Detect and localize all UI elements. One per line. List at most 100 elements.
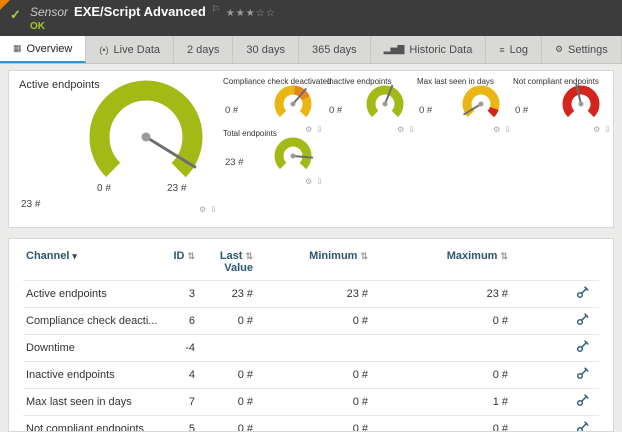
last-value-cell	[203, 335, 283, 362]
gauge-pin-icon[interactable]: ⇩	[210, 205, 217, 214]
gauge-arc	[273, 136, 313, 176]
tab-label: Historic Data	[409, 44, 472, 56]
column-header-channel[interactable]: Channel▾	[23, 241, 163, 281]
gauge-arc	[273, 84, 313, 124]
gauge-arc	[365, 84, 405, 124]
actions-cell	[563, 362, 599, 389]
gauge-pin-icon[interactable]: ⇩	[604, 125, 611, 134]
gauge-icons: ⚙⇩	[393, 119, 415, 137]
small-gauge-inactive-endpoints: Inactive endpoints0 #⚙⇩	[327, 77, 415, 131]
last-value-cell: 0 #	[203, 416, 283, 432]
gauge-settings-icon[interactable]: ⚙	[199, 205, 206, 214]
tab-label: Log	[510, 44, 528, 56]
channel-settings-icon[interactable]	[576, 286, 589, 302]
gauge-value: 0 #	[329, 105, 342, 116]
actions-cell	[563, 281, 599, 308]
tab-365-days[interactable]: 365 days	[299, 36, 371, 63]
maximum-cell: 0 #	[423, 416, 563, 432]
sort-icon: ⇅	[187, 251, 195, 261]
gauge	[365, 84, 405, 124]
tab-live-data[interactable]: (•) Live Data	[86, 36, 174, 63]
maximum-cell	[423, 335, 563, 362]
priority-stars[interactable]: ★★★☆☆	[226, 8, 276, 19]
title-row: Sensor EXE/Script Advanced ⚐ ★★★☆☆	[30, 4, 276, 19]
tab-historic-data[interactable]: ▂▅▇Historic Data	[371, 36, 487, 63]
table-header-row: Channel▾ID⇅Last⇅ValueMinimum⇅Maximum⇅	[23, 241, 599, 281]
last-value-cell: 0 #	[203, 389, 283, 416]
tab-label: 365 days	[312, 44, 357, 56]
id-cell: -4	[163, 335, 203, 362]
column-label: ID	[173, 250, 184, 262]
log-tab-icon: ≡	[499, 45, 504, 55]
column-header-min[interactable]: Minimum⇅	[283, 241, 423, 281]
column-header-max[interactable]: Maximum⇅	[423, 241, 563, 281]
column-label: Maximum	[447, 250, 498, 262]
actions-cell	[563, 335, 599, 362]
channel-settings-icon[interactable]	[576, 367, 589, 383]
table-row: Not compliant endpoints50 #0 #0 #	[23, 416, 599, 432]
tab-log[interactable]: ≡ Log	[486, 36, 542, 63]
minimum-cell: 0 #	[283, 389, 423, 416]
minimum-cell: 0 #	[283, 362, 423, 389]
channel-settings-icon[interactable]	[576, 394, 589, 410]
channel-cell: Not compliant endpoints	[23, 416, 163, 432]
tab-label: 30 days	[246, 44, 285, 56]
gauge-pin-icon[interactable]: ⇩	[316, 177, 323, 186]
tab-label: Overview	[27, 43, 73, 55]
gauge-value: 0 #	[419, 105, 432, 116]
gauge-settings-icon[interactable]: ⚙	[397, 125, 404, 134]
live-data-tab-icon: (•)	[99, 45, 108, 55]
gauge-arc	[561, 84, 601, 124]
column-header-actions	[563, 241, 599, 281]
gauge	[561, 84, 601, 124]
gauge-pin-icon[interactable]: ⇩	[408, 125, 415, 134]
column-label: Minimum	[309, 250, 357, 262]
table-row: Active endpoints323 #23 #23 #	[23, 281, 599, 308]
object-kind-label: Sensor	[30, 5, 68, 19]
gauge-settings-icon[interactable]: ⚙	[493, 125, 500, 134]
tab-label: Live Data	[114, 44, 160, 56]
channels-panel: Channel▾ID⇅Last⇅ValueMinimum⇅Maximum⇅ Ac…	[8, 238, 614, 432]
settings-tab-icon: ⚙	[555, 44, 563, 55]
gauge-value: 0 #	[225, 105, 238, 116]
tab-30-days[interactable]: 30 days	[233, 36, 299, 63]
sort-icon: ⇅	[500, 251, 508, 261]
last-value-cell: 0 #	[203, 362, 283, 389]
small-gauge-max-last-seen-in-days: Max last seen in days0 #⚙⇩	[417, 77, 511, 131]
channel-settings-icon[interactable]	[576, 421, 589, 432]
main-gauge-min-label: 0 #	[97, 183, 111, 194]
main-gauge-value: 23 #	[21, 199, 40, 210]
column-label: Value	[224, 262, 253, 274]
tab-overview[interactable]: ▦Overview	[0, 36, 86, 63]
column-label: Channel	[26, 250, 69, 262]
last-value-cell: 0 #	[203, 308, 283, 335]
status-badge: OK	[30, 21, 45, 32]
id-cell: 7	[163, 389, 203, 416]
sensor-header: ✓ Sensor EXE/Script Advanced ⚐ ★★★☆☆ OK	[0, 0, 622, 36]
gauge-settings-icon[interactable]: ⚙	[593, 125, 600, 134]
channel-settings-icon[interactable]	[576, 313, 589, 329]
gauge-icons: ⚙⇩	[301, 171, 323, 189]
id-cell: 3	[163, 281, 203, 308]
gauge-value: 23 #	[225, 157, 244, 168]
actions-cell	[563, 389, 599, 416]
tab-2-days[interactable]: 2 days	[174, 36, 233, 63]
dropdown-icon: ▾	[72, 251, 77, 261]
last-value-cell: 23 #	[203, 281, 283, 308]
column-label: Last	[220, 250, 243, 262]
gauge-pin-icon[interactable]: ⇩	[504, 125, 511, 134]
gauge-value: 0 #	[515, 105, 528, 116]
tab-settings[interactable]: ⚙Settings	[542, 36, 622, 63]
column-header-last[interactable]: Last⇅Value	[203, 241, 283, 281]
gauge-settings-icon[interactable]: ⚙	[305, 177, 312, 186]
actions-cell	[563, 308, 599, 335]
table-row: Compliance check deacti...60 #0 #0 #	[23, 308, 599, 335]
gauge-icons: ⚙⇩	[489, 119, 511, 137]
column-header-id[interactable]: ID⇅	[163, 241, 203, 281]
table-row: Max last seen in days70 #0 #1 #	[23, 389, 599, 416]
gauge-icons: ⚙⇩	[589, 119, 611, 137]
priority-flag-icon[interactable]: ⚐	[212, 4, 220, 15]
channel-settings-icon[interactable]	[576, 340, 589, 356]
channel-cell: Inactive endpoints	[23, 362, 163, 389]
channel-cell: Compliance check deacti...	[23, 308, 163, 335]
